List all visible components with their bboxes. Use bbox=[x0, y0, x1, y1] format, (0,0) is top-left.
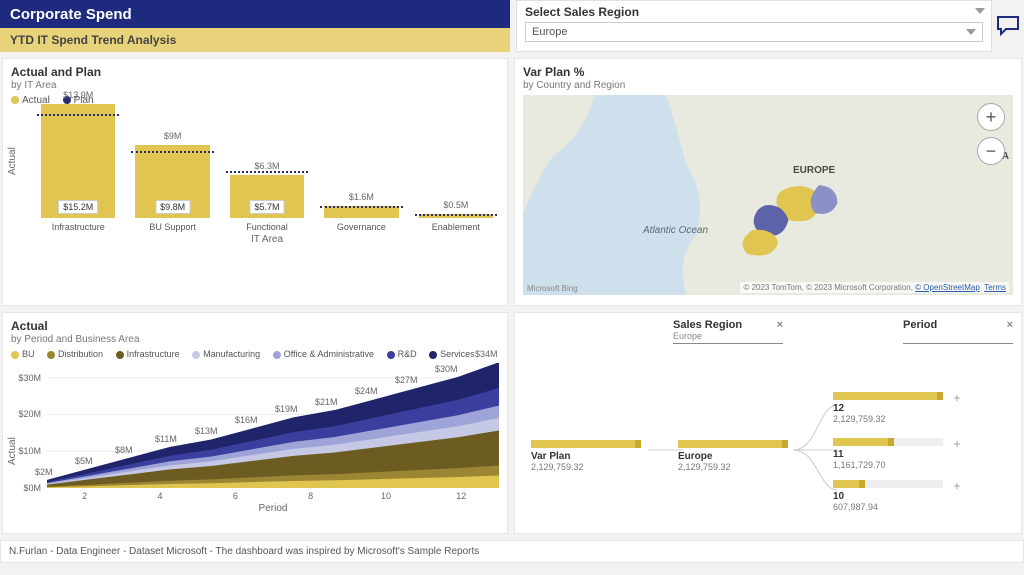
y-tick: $30M bbox=[18, 373, 41, 383]
data-label: $19M bbox=[275, 404, 298, 414]
y-tick: $10M bbox=[18, 446, 41, 456]
decomp-column-period[interactable]: Period× bbox=[903, 319, 1013, 344]
y-tick: $20M bbox=[18, 409, 41, 419]
legend-item: R&D bbox=[398, 349, 417, 359]
decomp-column-sub: Europe bbox=[673, 331, 783, 341]
x-axis-label: Period bbox=[47, 503, 499, 514]
bar-governance[interactable]: $1.6MGovernance bbox=[324, 206, 398, 232]
region-slicer-value[interactable]: Europe bbox=[525, 22, 983, 42]
region-slicer-selected: Europe bbox=[532, 26, 567, 38]
map-label-ocean: Atlantic Ocean bbox=[643, 225, 708, 236]
decomp-node-period[interactable]: 12 2,129,759.32 bbox=[833, 392, 943, 424]
area-chart-card: Actual by Period and Business Area BU Di… bbox=[2, 312, 508, 534]
data-label: $16M bbox=[235, 415, 258, 425]
page-title: Corporate Spend bbox=[0, 0, 510, 28]
legend-item: Manufacturing bbox=[203, 349, 260, 359]
terms-link[interactable]: Terms bbox=[984, 283, 1006, 292]
bar-functional[interactable]: $6.3M$5.7MFunctional bbox=[230, 175, 304, 232]
chart-subtitle: by Period and Business Area bbox=[11, 334, 499, 345]
decomp-node-period[interactable]: 10 607,987.94 bbox=[833, 480, 943, 512]
bar-chart[interactable]: Actual $13.9M$15.2MInfrastructure$9M$9.8… bbox=[11, 112, 499, 277]
decomposition-tree[interactable]: Sales Region× Europe Period× Var Plan 2,… bbox=[514, 312, 1022, 534]
decomp-node-europe[interactable]: Europe 2,129,759.32 bbox=[678, 440, 788, 472]
area-chart[interactable]: Actual $0M$10M$20M$30M 24681012 Period $… bbox=[11, 363, 499, 508]
data-label: $27M bbox=[395, 375, 418, 385]
chevron-down-icon bbox=[966, 29, 976, 35]
chart-subtitle: by Country and Region bbox=[523, 80, 1013, 91]
x-tick: 2 bbox=[47, 491, 122, 501]
expand-button[interactable]: + bbox=[951, 392, 963, 404]
legend-item: Infrastructure bbox=[127, 349, 180, 359]
x-tick: 10 bbox=[348, 491, 423, 501]
y-axis-label: Actual bbox=[7, 147, 18, 175]
x-tick: 12 bbox=[424, 491, 499, 501]
map-attribution: © 2023 TomTom, © 2023 Microsoft Corporat… bbox=[740, 282, 1009, 293]
bar-bu-support[interactable]: $9M$9.8MBU Support bbox=[135, 145, 209, 233]
chevron-down-icon bbox=[975, 8, 985, 14]
chart-title: Var Plan % bbox=[523, 65, 1013, 79]
chart-title: Actual and Plan bbox=[11, 65, 499, 79]
zoom-out-button[interactable]: − bbox=[977, 137, 1005, 165]
decomp-node-root[interactable]: Var Plan 2,129,759.32 bbox=[531, 440, 641, 472]
expand-button[interactable]: + bbox=[951, 438, 963, 450]
comment-icon[interactable] bbox=[992, 0, 1024, 52]
data-label: $21M bbox=[315, 397, 338, 407]
bing-logo: Microsoft Bing bbox=[527, 284, 578, 293]
zoom-in-button[interactable]: + bbox=[977, 103, 1005, 131]
legend-item: Office & Administrative bbox=[284, 349, 374, 359]
expand-button[interactable]: + bbox=[951, 480, 963, 492]
legend-item: BU bbox=[22, 349, 35, 359]
legend-item: Distribution bbox=[58, 349, 103, 359]
data-label: $13M bbox=[195, 426, 218, 436]
map-label-europe: EUROPE bbox=[793, 165, 835, 176]
data-label: $8M bbox=[115, 445, 133, 455]
data-label: $5M bbox=[75, 456, 93, 466]
footer-text: N.Furlan - Data Engineer - Dataset Micro… bbox=[0, 540, 1024, 563]
osm-link[interactable]: © OpenStreetMap bbox=[915, 283, 980, 292]
legend: BU Distribution Infrastructure Manufactu… bbox=[11, 349, 499, 359]
data-label: $24M bbox=[355, 386, 378, 396]
region-slicer-label: Select Sales Region bbox=[525, 5, 983, 19]
page-subtitle: YTD IT Spend Trend Analysis bbox=[0, 28, 510, 52]
legend-item: Services bbox=[440, 349, 475, 359]
data-label: $2M bbox=[35, 467, 53, 477]
x-tick: 4 bbox=[122, 491, 197, 501]
x-axis-label: IT Area bbox=[35, 234, 499, 245]
bar-infrastructure[interactable]: $13.9M$15.2MInfrastructure bbox=[41, 104, 115, 232]
data-label: $34M bbox=[475, 349, 498, 359]
map-visual[interactable]: EUROPE ASIA Atlantic Ocean + − Microsoft… bbox=[523, 95, 1013, 295]
actual-plan-chart-card: Actual and Plan by IT Area Actual Plan A… bbox=[2, 58, 508, 306]
close-icon[interactable]: × bbox=[1007, 319, 1013, 331]
x-tick: 8 bbox=[273, 491, 348, 501]
decomp-column-region[interactable]: Sales Region× Europe bbox=[673, 319, 783, 344]
decomp-node-period[interactable]: 11 1,161,729.70 bbox=[833, 438, 943, 470]
region-slicer[interactable]: Select Sales Region Europe bbox=[516, 0, 992, 52]
map-card: Var Plan % by Country and Region EUROPE … bbox=[514, 58, 1022, 306]
x-tick: 6 bbox=[198, 491, 273, 501]
close-icon[interactable]: × bbox=[777, 319, 783, 331]
data-label: $11M bbox=[155, 434, 177, 444]
bar-enablement[interactable]: $0.5MEnablement bbox=[419, 214, 493, 232]
chart-title: Actual bbox=[11, 319, 499, 333]
y-tick: $0M bbox=[23, 483, 41, 493]
data-label: $30M bbox=[435, 364, 458, 374]
